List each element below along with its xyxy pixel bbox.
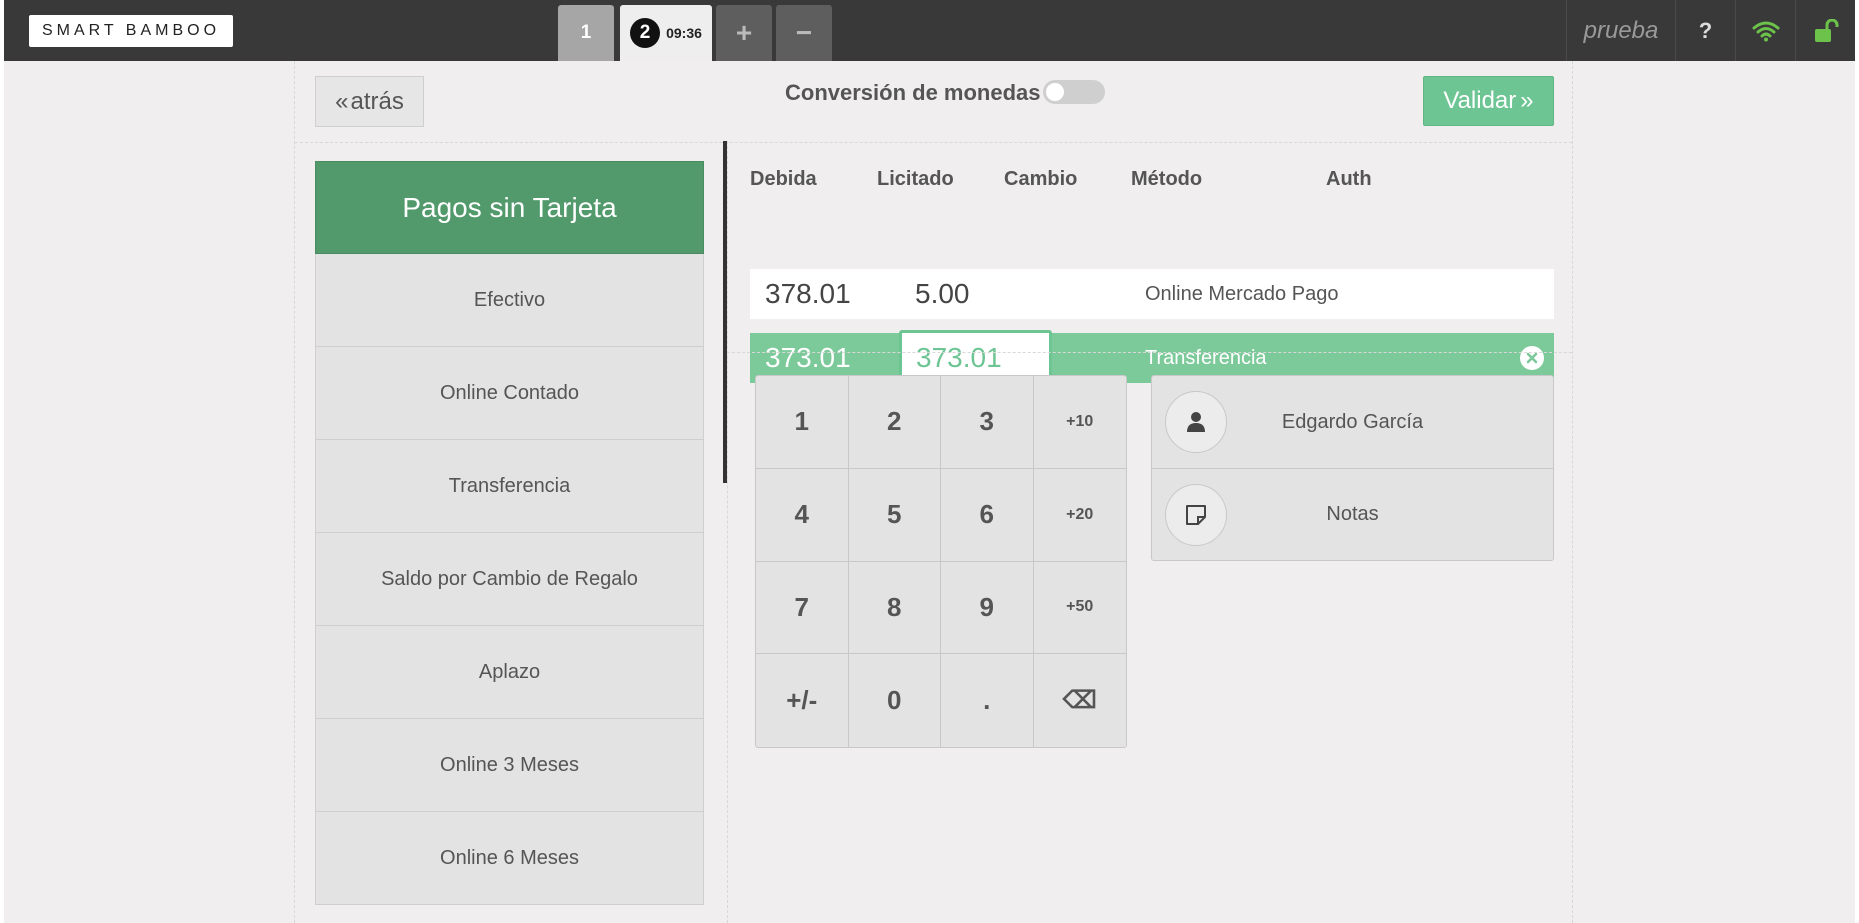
payment-lines-header: Debida Licitado Cambio Método Auth (750, 142, 1554, 212)
wifi-icon (1752, 21, 1779, 41)
payment-method-name: Online Mercado Pago (1145, 282, 1339, 305)
plus-icon: + (735, 17, 753, 48)
order-time: 09:36 (666, 25, 702, 41)
customer-button[interactable]: Edgardo García (1152, 376, 1553, 468)
payment-method-item[interactable]: Saldo por Cambio de Regalo (315, 533, 704, 626)
backspace-key[interactable]: ⌫ (1033, 654, 1126, 747)
order-tab-2[interactable]: 2 09:36 (620, 5, 712, 61)
delete-line-button[interactable] (1520, 346, 1544, 370)
notes-icon-circle (1165, 484, 1227, 546)
note-icon (1186, 505, 1206, 525)
numpad-key-decimal[interactable]: . (941, 654, 1034, 747)
minus-icon: − (795, 17, 813, 48)
numpad-key-8[interactable]: 8 (848, 561, 941, 655)
column-tendered: Licitado (877, 168, 954, 190)
username[interactable]: prueba (1566, 0, 1675, 61)
unlock-icon (1814, 18, 1838, 42)
numpad-key-6[interactable]: 6 (941, 468, 1034, 562)
numpad-key-2[interactable]: 2 (848, 376, 941, 469)
tendered-amount: 5.00 (915, 278, 970, 309)
order-tab-1[interactable]: 1 (558, 5, 614, 61)
notes-label: Notas (1326, 503, 1379, 525)
numpad-key-plus50[interactable]: +50 (1033, 561, 1126, 655)
currency-conversion: Conversión de monedas (785, 80, 1105, 106)
backspace-icon: ⌫ (1062, 687, 1097, 715)
payment-method-item[interactable]: Transferencia (315, 440, 704, 533)
payment-screen: « atrás Conversión de monedas Validar » … (4, 61, 1855, 923)
order-tab-label: 1 (580, 22, 592, 43)
top-bar: SMART BAMBOO 1 2 09:36 + − prueba ? (4, 0, 1855, 61)
validate-button[interactable]: Validar » (1423, 76, 1554, 126)
divider (727, 141, 728, 923)
pos-app: SMART BAMBOO 1 2 09:36 + − prueba ? « at… (0, 0, 1859, 923)
payment-methods: Pagos sin Tarjeta Efectivo Online Contad… (315, 161, 704, 905)
double-chevron-left-icon: « (335, 87, 349, 115)
logo: SMART BAMBOO (29, 15, 233, 47)
customer-name: Edgardo García (1281, 410, 1424, 433)
column-method: Método (1131, 168, 1203, 190)
back-button[interactable]: « atrás (315, 76, 424, 127)
column-auth: Auth (1326, 168, 1372, 190)
payment-method-item[interactable]: Online Contado (315, 347, 704, 440)
numpad-key-9[interactable]: 9 (941, 561, 1034, 655)
payment-method-item[interactable]: Aplazo (315, 626, 704, 719)
help-icon: ? (1698, 17, 1713, 43)
numpad-key-plus10[interactable]: +10 (1033, 376, 1126, 469)
currency-conversion-label: Conversión de monedas (785, 80, 1041, 105)
payment-line[interactable]: 378.01 5.00 Online Mercado Pago (750, 269, 1554, 319)
close-circle-icon (1526, 352, 1538, 364)
side-actions: Edgardo García Notas (1151, 375, 1554, 561)
double-chevron-right-icon: » (1520, 87, 1534, 114)
numpad-key-3[interactable]: 3 (941, 376, 1034, 469)
order-number-badge: 2 (630, 18, 661, 48)
user-icon (1187, 412, 1205, 432)
back-label: atrás (350, 87, 404, 115)
payment-method-item[interactable]: Online 3 Meses (315, 719, 704, 812)
payment-method-item[interactable]: Online 6 Meses (315, 812, 704, 905)
numpad-key-0[interactable]: 0 (848, 654, 941, 747)
customer-icon-circle (1165, 391, 1227, 453)
numpad-key-4[interactable]: 4 (756, 468, 849, 562)
divider (727, 352, 1572, 353)
remove-order-button[interactable]: − (776, 5, 832, 61)
currency-conversion-toggle[interactable] (1042, 80, 1105, 104)
validate-label: Validar (1443, 87, 1517, 114)
numpad-key-sign[interactable]: +/- (756, 654, 849, 747)
payment-method-item[interactable]: Efectivo (315, 254, 704, 347)
payment-methods-header: Pagos sin Tarjeta (315, 161, 704, 254)
help-button[interactable]: ? (1675, 0, 1735, 61)
header-tools: prueba ? (1566, 0, 1855, 61)
lock-button[interactable] (1795, 0, 1855, 61)
numpad: 1 2 3 +10 4 5 6 +20 7 8 9 +50 +/- 0 . ⌫ (755, 375, 1127, 748)
wifi-status[interactable] (1735, 0, 1795, 61)
column-due: Debida (750, 168, 817, 190)
payment-panel: « atrás Conversión de monedas Validar » … (294, 61, 1573, 923)
numpad-key-7[interactable]: 7 (756, 561, 849, 655)
logo-text: SMART BAMBOO (41, 22, 221, 39)
numpad-key-1[interactable]: 1 (756, 376, 849, 469)
numpad-key-plus20[interactable]: +20 (1033, 468, 1126, 562)
add-order-button[interactable]: + (716, 5, 772, 61)
numpad-key-5[interactable]: 5 (848, 468, 941, 562)
due-amount: 378.01 (765, 278, 851, 309)
toggle-knob (1045, 83, 1064, 101)
notes-button[interactable]: Notas (1152, 468, 1553, 560)
payment-lines: Debida Licitado Cambio Método Auth 378.0… (750, 142, 1554, 386)
column-change: Cambio (1004, 168, 1078, 190)
